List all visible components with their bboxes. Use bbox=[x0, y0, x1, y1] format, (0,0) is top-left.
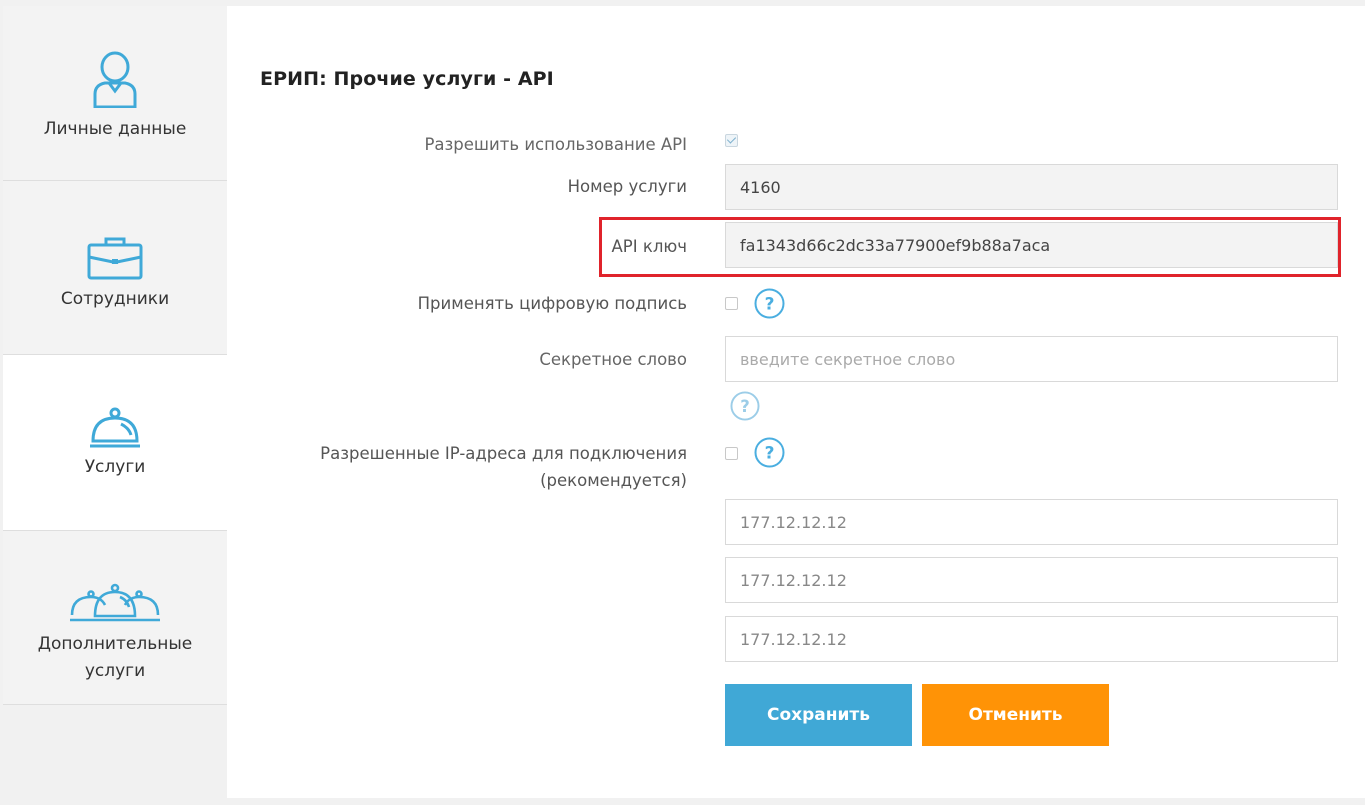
secret-word-input[interactable] bbox=[725, 336, 1338, 382]
allowed-ips-label-note: (рекомендуется) bbox=[540, 471, 687, 490]
service-number-label: Номер услуги bbox=[567, 177, 687, 196]
save-button[interactable]: Сохранить bbox=[725, 684, 912, 746]
svg-text:?: ? bbox=[765, 444, 775, 464]
sidebar-item-services[interactable]: Услуги bbox=[3, 355, 227, 531]
main-panel: ЕРИП: Прочие услуги - API Разрешить испо… bbox=[227, 6, 1365, 798]
sidebar-item-label: Сотрудники bbox=[60, 289, 170, 309]
sidebar-item-label-line1: Дополнительные bbox=[37, 634, 193, 654]
ip-address-input[interactable] bbox=[725, 499, 1338, 545]
help-icon[interactable]: ? bbox=[754, 437, 785, 468]
svg-text:?: ? bbox=[740, 397, 750, 416]
page-title: ЕРИП: Прочие услуги - API bbox=[260, 68, 554, 90]
help-icon[interactable]: ? bbox=[730, 391, 760, 421]
api-key-label: API ключ bbox=[611, 237, 688, 256]
sidebar-item-additional-services[interactable]: Дополнительные услуги bbox=[3, 531, 227, 705]
digital-signature-label: Применять цифровую подпись bbox=[417, 294, 687, 313]
sidebar-item-label: Услуги bbox=[84, 457, 146, 477]
sidebar-item-label: Личные данные bbox=[43, 119, 187, 139]
svg-text:?: ? bbox=[765, 295, 775, 315]
allowed-ips-label: Разрешенные IP-адреса для подключения bbox=[320, 444, 687, 463]
allow-api-label: Разрешить использование API bbox=[424, 135, 687, 154]
briefcase-icon bbox=[87, 237, 143, 280]
service-number-field[interactable] bbox=[725, 164, 1338, 210]
help-icon[interactable]: ? bbox=[754, 288, 785, 319]
secret-word-label: Секретное слово bbox=[539, 350, 687, 369]
allowed-ips-checkbox[interactable] bbox=[725, 447, 738, 460]
ip-address-input[interactable] bbox=[725, 557, 1338, 603]
cancel-button[interactable]: Отменить bbox=[922, 684, 1109, 746]
user-icon bbox=[93, 51, 137, 108]
sidebar-item-personal-data[interactable]: Личные данные bbox=[3, 6, 227, 181]
ip-address-input[interactable] bbox=[725, 616, 1338, 662]
multiple-bells-icon bbox=[70, 583, 160, 622]
digital-signature-checkbox[interactable] bbox=[725, 297, 738, 310]
api-key-field[interactable] bbox=[725, 222, 1338, 268]
sidebar-item-staff[interactable]: Сотрудники bbox=[3, 181, 227, 355]
service-bell-icon bbox=[90, 407, 140, 448]
allow-api-checkbox[interactable] bbox=[725, 134, 738, 147]
sidebar-item-label-line2: услуги bbox=[84, 661, 146, 681]
